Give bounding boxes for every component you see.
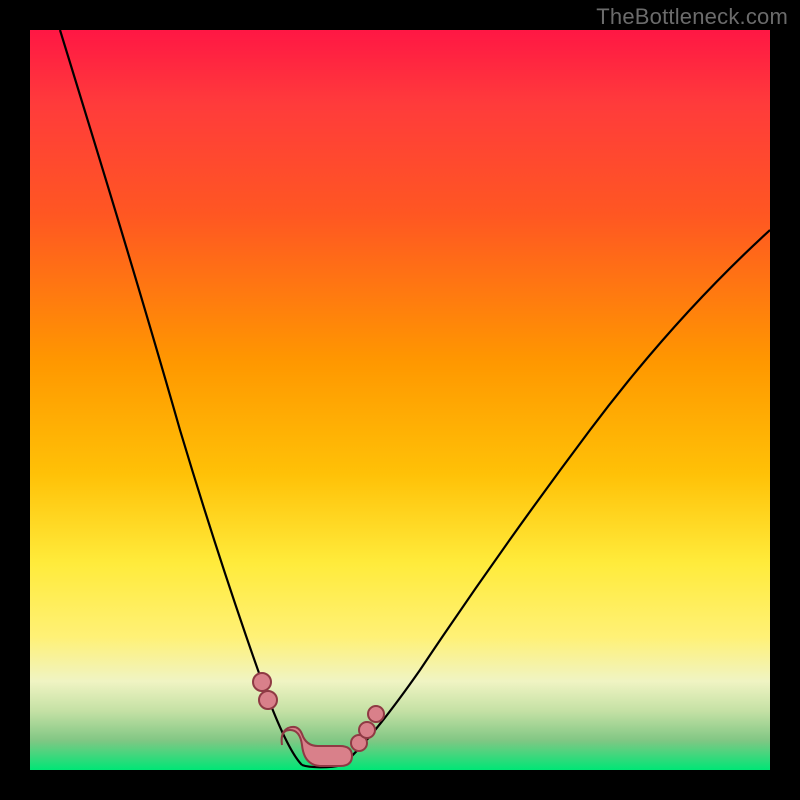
chart-frame: TheBottleneck.com [0,0,800,800]
marker-dot [359,722,375,738]
watermark-text: TheBottleneck.com [596,4,788,30]
chart-gradient-background [30,30,770,770]
marker-floor-blob [282,727,352,766]
marker-dot [259,691,277,709]
marker-dot [368,706,384,722]
marker-dot [253,673,271,691]
curve-right-branch [342,230,770,765]
curve-left-branch [60,30,302,765]
chart-curve-layer [30,30,770,770]
